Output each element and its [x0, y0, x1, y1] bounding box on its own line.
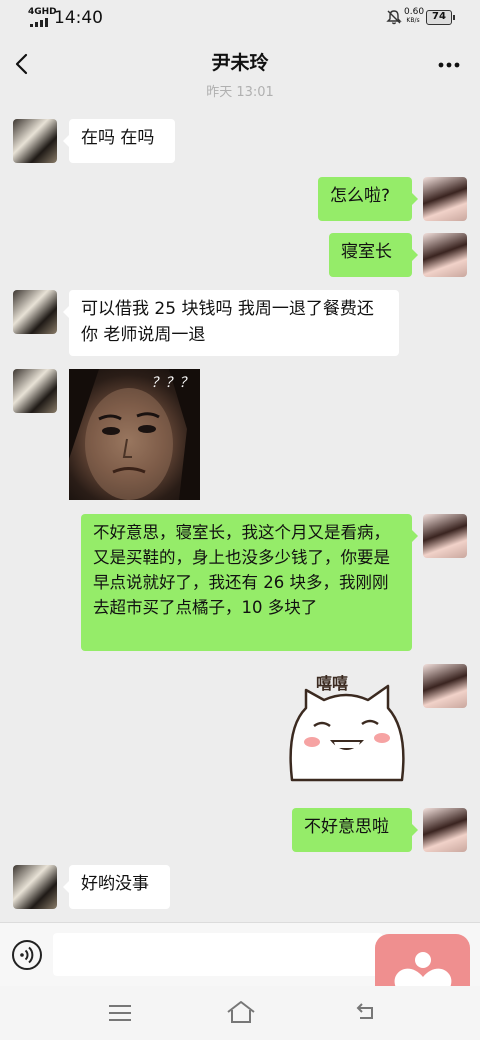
message-text: 不好意思，寝室长，我这个月又是看病，又是买鞋的，身上也没多少钱了，你要是早点说就…	[93, 523, 390, 617]
menu-icon[interactable]	[108, 1004, 132, 1022]
message-input[interactable]	[53, 933, 383, 976]
back-icon[interactable]	[354, 1002, 376, 1022]
more-icon[interactable]	[438, 62, 460, 68]
network-speed: 0.60 KB/s	[404, 7, 425, 25]
avatar[interactable]	[423, 808, 467, 852]
avatar[interactable]	[423, 664, 467, 708]
home-icon[interactable]	[226, 1000, 256, 1024]
chat-timestamp: 昨天 13:01	[0, 83, 480, 101]
sticker-caption: 嘻嘻	[316, 674, 349, 693]
sticker-message[interactable]: 嘻嘻	[284, 668, 408, 792]
message-bubble[interactable]: 不好意思啦	[292, 808, 418, 852]
signal-icon	[30, 18, 48, 27]
message-text: 不好意思啦	[304, 817, 389, 837]
message-bubble[interactable]: 寝室长	[329, 233, 418, 277]
mute-icon	[386, 10, 402, 25]
photo-question-marks: ？？？	[151, 375, 193, 391]
network-type: 4GHD	[28, 7, 57, 17]
message-bubble[interactable]: 怎么啦?	[318, 177, 418, 221]
avatar[interactable]	[13, 865, 57, 909]
avatar[interactable]	[13, 119, 57, 163]
system-nav-bar	[0, 986, 480, 1040]
message-text: 可以借我 25 块钱吗 我周一退了餐费还你 老师说周一退	[81, 299, 374, 345]
speed-unit: KB/s	[406, 17, 420, 24]
message-text: 寝室长	[341, 242, 392, 262]
battery-icon: 74	[426, 10, 455, 25]
chat-title: 尹未玲	[211, 52, 269, 74]
avatar[interactable]	[423, 233, 467, 277]
speed-value: 0.60	[404, 7, 425, 17]
status-time: 14:40	[54, 8, 103, 28]
message-bubble[interactable]: 好哟没事	[63, 865, 170, 909]
message-bubble[interactable]: 不好意思，寝室长，我这个月又是看病，又是买鞋的，身上也没多少钱了，你要是早点说就…	[81, 514, 418, 651]
message-bubble[interactable]: 在吗 在吗	[63, 119, 175, 163]
avatar[interactable]	[13, 369, 57, 413]
message-bubble[interactable]: 可以借我 25 块钱吗 我周一退了餐费还你 老师说周一退	[63, 290, 399, 356]
avatar[interactable]	[423, 177, 467, 221]
timestamp-text: 昨天 13:01	[206, 85, 274, 100]
status-bar: 4GHD 14:40 0.60 KB/s 74	[0, 0, 480, 36]
message-text: 在吗 在吗	[81, 128, 155, 148]
avatar[interactable]	[423, 514, 467, 558]
avatar[interactable]	[13, 290, 57, 334]
message-text: 怎么啦?	[330, 186, 391, 206]
photo-message[interactable]: ？？？	[69, 369, 200, 500]
voice-icon[interactable]	[11, 939, 43, 971]
message-text: 好哟没事	[81, 874, 149, 894]
